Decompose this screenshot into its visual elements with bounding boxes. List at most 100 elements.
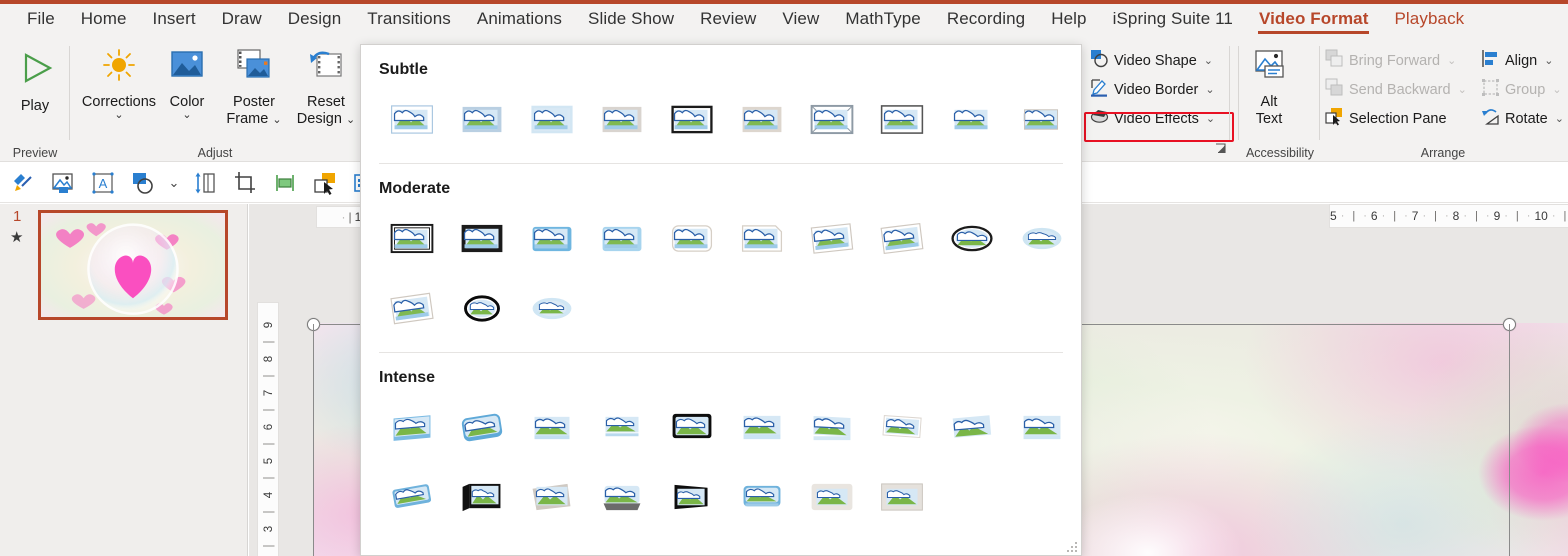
ribbon-tab-transitions[interactable]: Transitions xyxy=(354,5,464,35)
video-style-reflected-bevel-white[interactable] xyxy=(587,397,657,457)
video-style-beveled-oval-black[interactable] xyxy=(1007,89,1077,149)
video-style-rounded-diagonal-corner-white[interactable] xyxy=(587,208,657,268)
ribbon-tab-recording[interactable]: Recording xyxy=(934,5,1038,35)
video-style-perspective-shadow-white-2[interactable] xyxy=(517,467,587,527)
resize-grip-icon[interactable] xyxy=(1067,542,1077,552)
video-border-button[interactable]: Video Border ⌄ xyxy=(1087,77,1218,102)
video-style-relaxed-perspective-2[interactable] xyxy=(937,397,1007,457)
video-style-soft-edge-oval[interactable] xyxy=(1007,208,1077,268)
video-style-moderate-frame-black[interactable] xyxy=(447,208,517,268)
video-style-snip-diagonal-corner-white[interactable] xyxy=(657,208,727,268)
ribbon-tab-view[interactable]: View xyxy=(769,5,832,35)
video-style-double-frame-black[interactable] xyxy=(797,89,867,149)
chevron-down-icon[interactable]: ⌄ xyxy=(1458,83,1467,96)
chevron-down-icon[interactable]: ⌄ xyxy=(1447,54,1456,67)
video-style-perspective-shadow-left[interactable] xyxy=(867,397,937,457)
vertical-ruler[interactable]: 9 | 8 | 7 | 6 | 5 | 4 | 3 | xyxy=(257,302,279,556)
video-style-simple-frame-white[interactable] xyxy=(377,89,447,149)
color-button[interactable]: Color ⌄ xyxy=(156,46,218,121)
video-style-bevel-perspective-oval[interactable] xyxy=(447,278,517,338)
chevron-down-icon[interactable]: ⌄ xyxy=(182,110,191,121)
rotate-button[interactable]: Rotate ⌄ xyxy=(1478,106,1567,131)
size-height-icon[interactable] xyxy=(188,167,222,199)
video-style-reflected-rounded-rect-2[interactable] xyxy=(727,397,797,457)
video-style-perspective-shadow-white[interactable] xyxy=(867,208,937,268)
crop-icon[interactable] xyxy=(228,167,262,199)
play-button[interactable]: Play xyxy=(0,46,76,115)
video-style-metal-frame[interactable] xyxy=(517,89,587,149)
video-style-soft-edge-oval-2[interactable] xyxy=(517,278,587,338)
ruler-minor-tick: · xyxy=(1485,210,1490,222)
video-style-bevel-shelf[interactable] xyxy=(587,467,657,527)
poster-frame-button[interactable]: Poster Frame ⌄ xyxy=(218,46,290,128)
video-style-metal-rounded-rectangle[interactable] xyxy=(377,397,447,457)
video-style-metal-oval[interactable] xyxy=(447,397,517,457)
ribbon-tab-help[interactable]: Help xyxy=(1038,5,1099,35)
chevron-down-icon[interactable]: ⌄ xyxy=(1206,112,1215,125)
video-style-rounded-gradient[interactable] xyxy=(727,467,797,527)
video-effects-button[interactable]: Video Effects ⌄ xyxy=(1087,106,1218,131)
ribbon-tab-home[interactable]: Home xyxy=(68,5,140,35)
gallery-row xyxy=(361,278,1081,338)
corrections-button[interactable]: Corrections ⌄ xyxy=(78,46,160,121)
video-style-perspective-black-3d[interactable] xyxy=(657,467,727,527)
chevron-down-icon[interactable]: ⌄ xyxy=(114,110,123,121)
ribbon-tab-playback[interactable]: Playback xyxy=(1381,5,1477,35)
ribbon-tab-draw[interactable]: Draw xyxy=(209,5,275,35)
align-objects-icon[interactable] xyxy=(268,167,302,199)
video-style-rotated-gradient[interactable] xyxy=(377,467,447,527)
selection-pane-button[interactable]: Selection Pane xyxy=(1322,106,1450,131)
video-style-thick-matte-black[interactable] xyxy=(867,89,937,149)
bring-forward-button[interactable]: Bring Forward ⌄ xyxy=(1322,48,1459,73)
chevron-down-icon[interactable]: ⌄ xyxy=(346,114,355,126)
video-style-center-shadow-rectangle[interactable] xyxy=(517,208,587,268)
send-backward-button[interactable]: Send Backward ⌄ xyxy=(1322,77,1470,102)
video-style-moderate-frame-black-2[interactable] xyxy=(1007,397,1077,457)
shape-fill-icon[interactable] xyxy=(126,167,160,199)
video-style-bevel-rectangle[interactable] xyxy=(377,278,447,338)
ribbon-tab-animations[interactable]: Animations xyxy=(464,5,575,35)
chevron-down-icon[interactable]: ⌄ xyxy=(166,167,182,199)
ribbon-tab-mathtype[interactable]: MathType xyxy=(832,5,933,35)
video-style-beveled-matte-white[interactable] xyxy=(447,89,517,149)
ribbon-tab-slide-show[interactable]: Slide Show xyxy=(575,5,687,35)
chevron-down-icon[interactable]: ⌄ xyxy=(272,114,281,126)
video-style-soft-edge-rectangle[interactable] xyxy=(727,89,797,149)
video-shape-button[interactable]: Video Shape ⌄ xyxy=(1087,48,1216,73)
video-style-reflected-perspective-right[interactable] xyxy=(517,397,587,457)
horizontal-ruler[interactable]: 5·|·6·|·7·|·8·|·9·|·10·|·11·|·12·|·13·|·… xyxy=(1329,204,1568,228)
ribbon-tab-insert[interactable]: Insert xyxy=(140,5,209,35)
video-style-soft-edge-matte[interactable] xyxy=(797,467,867,527)
video-style-relaxed-perspective-white[interactable] xyxy=(937,208,1007,268)
ribbon-tab-design[interactable]: Design xyxy=(275,5,355,35)
chevron-down-icon[interactable]: ⌄ xyxy=(1544,54,1553,67)
reset-design-button[interactable]: Reset Design ⌄ xyxy=(290,46,362,128)
video-style-simple-frame-matte[interactable] xyxy=(867,467,937,527)
ribbon-tab-video-format[interactable]: Video Format xyxy=(1246,5,1382,35)
group-button[interactable]: Group ⌄ xyxy=(1478,77,1565,102)
video-style-perspective-left-3d[interactable] xyxy=(447,467,517,527)
video-style-compound-frame-black[interactable] xyxy=(377,208,447,268)
format-painter-icon[interactable] xyxy=(6,167,40,199)
ribbon-tab-review[interactable]: Review xyxy=(687,5,769,35)
video-style-rotated-white[interactable] xyxy=(797,208,867,268)
video-style-reflected-bevel-black[interactable] xyxy=(657,397,727,457)
video-style-simple-frame-black[interactable] xyxy=(937,89,1007,149)
chevron-down-icon[interactable]: ⌄ xyxy=(1555,112,1564,125)
text-box-icon[interactable]: A xyxy=(86,167,120,199)
video-style-drop-shadow-rectangle[interactable] xyxy=(587,89,657,149)
chevron-down-icon[interactable]: ⌄ xyxy=(1552,83,1561,96)
selection-arrow-icon[interactable] xyxy=(308,167,342,199)
video-style-moderate-frame-white[interactable] xyxy=(727,208,797,268)
alt-text-button[interactable]: Alt Text xyxy=(1233,46,1305,128)
ribbon-tab-ispring-suite-11[interactable]: iSpring Suite 11 xyxy=(1100,5,1246,35)
slide-thumbnail-1[interactable] xyxy=(38,210,228,320)
align-button[interactable]: Align ⌄ xyxy=(1478,48,1556,73)
video-style-reflected-rounded-rectangle[interactable] xyxy=(657,89,727,149)
chevron-down-icon[interactable]: ⌄ xyxy=(1204,54,1213,67)
picture-insert-icon[interactable] xyxy=(46,167,80,199)
reflected-bevel-white-thumbnail xyxy=(600,411,644,444)
video-style-bevel-perspective[interactable] xyxy=(797,397,867,457)
ribbon-tab-file[interactable]: File xyxy=(14,5,68,35)
chevron-down-icon[interactable]: ⌄ xyxy=(1205,83,1214,96)
